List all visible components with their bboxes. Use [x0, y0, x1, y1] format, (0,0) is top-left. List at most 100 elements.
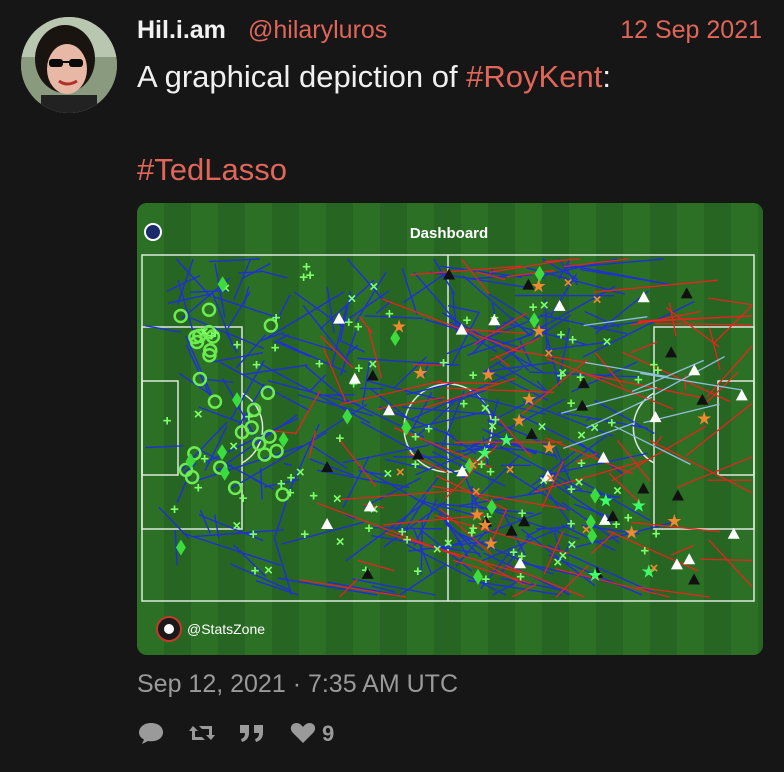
- heart-icon[interactable]: [289, 720, 317, 752]
- event-marker: +: [649, 357, 658, 374]
- event-marker: ×: [593, 292, 602, 309]
- event-marker: +: [439, 354, 448, 371]
- event-marker: ×: [540, 297, 549, 314]
- event-marker: +: [567, 395, 576, 412]
- event-marker: ★: [531, 321, 547, 341]
- event-marker: ×: [444, 535, 453, 552]
- event-marker: ×: [506, 461, 515, 478]
- event-marker: ★: [412, 363, 428, 383]
- event-marker: ×: [582, 521, 591, 538]
- event-marker: ×: [544, 345, 553, 362]
- event-marker: +: [245, 409, 254, 426]
- tweet-timestamp[interactable]: Sep 12, 2021 · 7:35 AM UTC: [137, 670, 458, 699]
- hashtag-tedlasso[interactable]: #TedLasso: [137, 152, 287, 188]
- event-marker: ×: [590, 419, 599, 436]
- avatar[interactable]: [21, 17, 117, 113]
- event-marker: +: [300, 526, 309, 543]
- event-marker: +: [315, 355, 324, 372]
- stats-dashboard-graphic: Dashboard ++++++++++++++++++++++++++ ++++…: [137, 203, 763, 655]
- event-marker: ★: [483, 534, 499, 554]
- event-marker: ×: [232, 517, 241, 534]
- hashtag-roykent[interactable]: #RoyKent: [466, 59, 602, 94]
- event-marker: +: [634, 372, 643, 389]
- event-marker: +: [459, 395, 468, 412]
- event-marker: +: [568, 331, 577, 348]
- event-marker: +: [463, 312, 472, 329]
- quote-icon[interactable]: [237, 720, 267, 752]
- comment-icon[interactable]: [137, 720, 165, 752]
- event-marker: +: [469, 367, 478, 384]
- event-marker: ×: [538, 419, 547, 436]
- event-marker: ★: [477, 515, 493, 535]
- event-marker: +: [354, 360, 363, 377]
- event-marker: +: [249, 526, 258, 543]
- event-marker: +: [354, 319, 363, 336]
- event-marker: ×: [546, 470, 555, 487]
- event-marker: ★: [511, 411, 527, 431]
- event-marker: +: [271, 339, 280, 356]
- tweet-text-line: A graphical depiction of #RoyKent:: [137, 59, 611, 95]
- event-marker: +: [557, 327, 566, 344]
- event-marker: +: [200, 450, 209, 467]
- event-marker: +: [309, 488, 318, 505]
- event-marker: ×: [472, 483, 481, 500]
- event-marker: ×: [296, 464, 305, 481]
- event-marker: ★: [498, 430, 514, 450]
- event-marker: ×: [383, 466, 392, 483]
- event-marker: ×: [264, 562, 273, 579]
- event-marker: ★: [531, 276, 547, 296]
- event-marker: +: [411, 429, 420, 446]
- event-marker: +: [652, 525, 661, 542]
- event-marker: +: [529, 299, 538, 316]
- event-marker: +: [252, 357, 261, 374]
- event-marker: +: [640, 542, 649, 559]
- event-marker: ★: [587, 565, 603, 585]
- display-name[interactable]: Hil.i.am: [137, 16, 226, 45]
- event-marker: ×: [369, 279, 378, 296]
- event-marker: +: [607, 414, 616, 431]
- event-marker: ×: [577, 427, 586, 444]
- event-marker: ★: [521, 389, 537, 409]
- event-marker: ×: [200, 323, 209, 340]
- team-badge-icon: [144, 223, 162, 241]
- like-count[interactable]: 9: [322, 721, 334, 747]
- event-marker: +: [398, 523, 407, 540]
- event-marker: +: [467, 524, 476, 541]
- event-marker: +: [567, 516, 576, 533]
- event-marker: +: [344, 314, 353, 331]
- event-marker: +: [335, 430, 344, 447]
- event-marker: ★: [480, 365, 496, 385]
- event-marker: ×: [336, 533, 345, 550]
- tweet-text-suffix: :: [602, 59, 611, 94]
- event-marker: +: [277, 475, 286, 492]
- event-marker: +: [239, 490, 248, 507]
- event-marker: +: [194, 479, 203, 496]
- event-marker: +: [424, 420, 433, 437]
- retweet-icon[interactable]: [187, 720, 217, 752]
- event-marker: +: [365, 520, 374, 537]
- event-marker: ★: [541, 437, 557, 457]
- event-marker: +: [272, 310, 281, 327]
- user-handle[interactable]: @hilaryluros: [248, 16, 387, 45]
- event-marker: ×: [564, 275, 573, 292]
- event-marker: ×: [229, 438, 238, 455]
- event-marker: +: [170, 501, 179, 518]
- event-marker: ★: [624, 523, 640, 543]
- event-marker: +: [516, 569, 525, 586]
- event-marker: ×: [333, 491, 342, 508]
- event-marker: +: [286, 485, 295, 502]
- ball-icon: [164, 624, 174, 634]
- event-marker: +: [577, 455, 586, 472]
- event-marker: ×: [559, 547, 568, 564]
- event-marker: ×: [558, 364, 567, 381]
- event-marker: ★: [631, 496, 647, 516]
- statszone-watermark: @StatsZone: [187, 621, 265, 637]
- event-marker: ×: [348, 290, 357, 307]
- tweet-media-image[interactable]: Dashboard + + + + + + + + + + + + + + + + + + + + + + + + + + + + + +…: [137, 203, 763, 655]
- event-marker: +: [481, 571, 490, 588]
- event-marker: ×: [433, 541, 442, 558]
- event-marker: ×: [468, 457, 477, 474]
- event-marker: ★: [696, 408, 712, 428]
- event-marker: ×: [650, 560, 659, 577]
- tweet-date[interactable]: 12 Sep 2021: [620, 16, 762, 45]
